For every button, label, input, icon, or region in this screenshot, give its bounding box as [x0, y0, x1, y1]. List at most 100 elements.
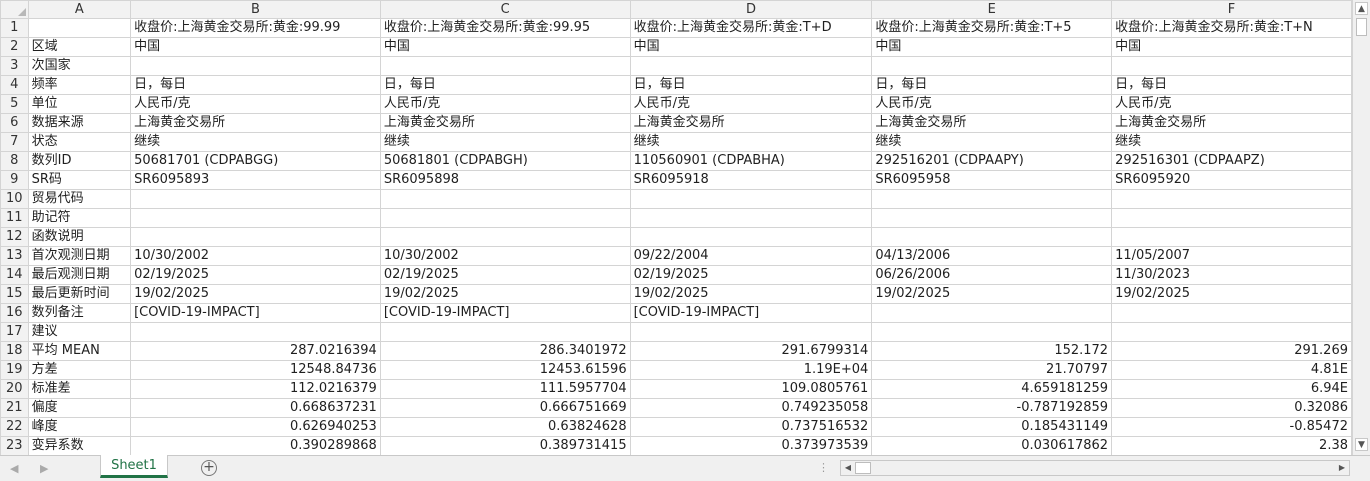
scroll-up-arrow-icon[interactable]: ▲ — [1355, 2, 1368, 15]
cell-b13[interactable]: 10/30/2002 — [130, 246, 381, 266]
cell-c8[interactable]: 50681801 (CDPABGH) — [379, 151, 631, 171]
cell-f19[interactable]: 4.81E — [1111, 360, 1352, 380]
cell-b10[interactable] — [130, 189, 381, 209]
cell-e6[interactable]: 上海黄金交易所 — [871, 113, 1113, 133]
cell-f22[interactable]: -0.85472 — [1111, 417, 1352, 437]
cell-f9[interactable]: SR6095920 — [1111, 170, 1352, 190]
cell-a3[interactable]: 次国家 — [27, 56, 132, 76]
cell-e19[interactable]: 21.70797 — [871, 360, 1113, 380]
scroll-down-arrow-icon[interactable]: ▼ — [1355, 438, 1368, 451]
select-all-corner[interactable] — [0, 0, 29, 19]
cell-c13[interactable]: 10/30/2002 — [379, 246, 631, 266]
row-header[interactable]: 3 — [0, 56, 29, 76]
cell-e2[interactable]: 中国 — [871, 37, 1113, 57]
row-header[interactable]: 7 — [0, 132, 29, 152]
scroll-left-arrow-icon[interactable]: ◀ — [842, 462, 854, 474]
column-header-e[interactable]: E — [871, 0, 1113, 19]
cell-c9[interactable]: SR6095898 — [379, 170, 631, 190]
column-header-b[interactable]: B — [130, 0, 381, 19]
cell-d17[interactable] — [629, 322, 873, 342]
column-header-a[interactable]: A — [27, 0, 132, 19]
cell-d12[interactable] — [629, 227, 873, 247]
cell-a8[interactable]: 数列ID — [27, 151, 132, 171]
cell-e1[interactable]: 收盘价:上海黄金交易所:黄金:T+5 — [871, 18, 1113, 38]
cell-b21[interactable]: 0.668637231 — [130, 398, 381, 418]
cell-e12[interactable] — [871, 227, 1113, 247]
cell-f21[interactable]: 0.32086 — [1111, 398, 1352, 418]
cell-e7[interactable]: 继续 — [871, 132, 1113, 152]
cell-f16[interactable] — [1111, 303, 1352, 323]
cell-b6[interactable]: 上海黄金交易所 — [130, 113, 381, 133]
cell-d21[interactable]: 0.749235058 — [629, 398, 873, 418]
horizontal-scroll-thumb[interactable] — [855, 462, 871, 474]
cell-f13[interactable]: 11/05/2007 — [1111, 246, 1352, 266]
cell-c18[interactable]: 286.3401972 — [379, 341, 631, 361]
cell-c12[interactable] — [379, 227, 631, 247]
column-header-d[interactable]: D — [629, 0, 873, 19]
cell-a10[interactable]: 贸易代码 — [27, 189, 132, 209]
cell-a13[interactable]: 首次观测日期 — [27, 246, 132, 266]
cell-b4[interactable]: 日，每日 — [130, 75, 381, 95]
cell-b12[interactable] — [130, 227, 381, 247]
cell-a16[interactable]: 数列备注 — [27, 303, 132, 323]
row-header[interactable]: 8 — [0, 151, 29, 171]
cell-f12[interactable] — [1111, 227, 1352, 247]
cell-b18[interactable]: 287.0216394 — [130, 341, 381, 361]
cell-e21[interactable]: -0.787192859 — [871, 398, 1113, 418]
cell-e10[interactable] — [871, 189, 1113, 209]
vertical-scrollbar[interactable]: ▲ ▼ — [1352, 0, 1370, 455]
cell-e14[interactable]: 06/26/2006 — [871, 265, 1113, 285]
cell-b14[interactable]: 02/19/2025 — [130, 265, 381, 285]
cell-d20[interactable]: 109.0805761 — [629, 379, 873, 399]
cell-b15[interactable]: 19/02/2025 — [130, 284, 381, 304]
cell-a18[interactable]: 平均 MEAN — [27, 341, 132, 361]
row-header[interactable]: 19 — [0, 360, 29, 380]
row-header[interactable]: 20 — [0, 379, 29, 399]
cell-d18[interactable]: 291.6799314 — [629, 341, 873, 361]
cell-f2[interactable]: 中国 — [1111, 37, 1352, 57]
cell-c11[interactable] — [379, 208, 631, 228]
cell-f5[interactable]: 人民币/克 — [1111, 94, 1352, 114]
next-sheet-icon[interactable]: ▶ — [40, 462, 48, 475]
row-header[interactable]: 15 — [0, 284, 29, 304]
cell-c16[interactable]: [COVID-19-IMPACT] — [379, 303, 631, 323]
cell-c21[interactable]: 0.666751669 — [379, 398, 631, 418]
row-header[interactable]: 16 — [0, 303, 29, 323]
cell-d2[interactable]: 中国 — [629, 37, 873, 57]
cell-b11[interactable] — [130, 208, 381, 228]
horizontal-scrollbar[interactable]: ◀ ▶ — [840, 460, 1350, 476]
prev-sheet-icon[interactable]: ◀ — [10, 462, 18, 475]
cell-c19[interactable]: 12453.61596 — [379, 360, 631, 380]
cell-e4[interactable]: 日，每日 — [871, 75, 1113, 95]
cell-c4[interactable]: 日，每日 — [379, 75, 631, 95]
vertical-scroll-thumb[interactable] — [1356, 18, 1367, 36]
cell-d16[interactable]: [COVID-19-IMPACT] — [629, 303, 873, 323]
cell-c2[interactable]: 中国 — [379, 37, 631, 57]
row-header[interactable]: 17 — [0, 322, 29, 342]
cell-e8[interactable]: 292516201 (CDPAAPY) — [871, 151, 1113, 171]
cell-d19[interactable]: 1.19E+04 — [629, 360, 873, 380]
split-handle-icon[interactable]: ⋮ — [818, 461, 830, 474]
cell-f14[interactable]: 11/30/2023 — [1111, 265, 1352, 285]
cell-a19[interactable]: 方差 — [27, 360, 132, 380]
cell-c10[interactable] — [379, 189, 631, 209]
cell-b8[interactable]: 50681701 (CDPABGG) — [130, 151, 381, 171]
row-header[interactable]: 4 — [0, 75, 29, 95]
row-header[interactable]: 2 — [0, 37, 29, 57]
cell-a7[interactable]: 状态 — [27, 132, 132, 152]
column-header-f[interactable]: F — [1111, 0, 1352, 19]
cell-b3[interactable] — [130, 56, 381, 76]
cell-a23[interactable]: 变异系数 — [27, 436, 132, 455]
cell-d10[interactable] — [629, 189, 873, 209]
cell-b7[interactable]: 继续 — [130, 132, 381, 152]
row-header[interactable]: 6 — [0, 113, 29, 133]
row-header[interactable]: 9 — [0, 170, 29, 190]
cell-a17[interactable]: 建议 — [27, 322, 132, 342]
cell-d23[interactable]: 0.373973539 — [629, 436, 873, 455]
cell-f1[interactable]: 收盘价:上海黄金交易所:黄金:T+N — [1111, 18, 1352, 38]
cell-d8[interactable]: 110560901 (CDPABHA) — [629, 151, 873, 171]
cell-f6[interactable]: 上海黄金交易所 — [1111, 113, 1352, 133]
cell-e23[interactable]: 0.030617862 — [871, 436, 1113, 455]
row-header[interactable]: 21 — [0, 398, 29, 418]
cell-d11[interactable] — [629, 208, 873, 228]
